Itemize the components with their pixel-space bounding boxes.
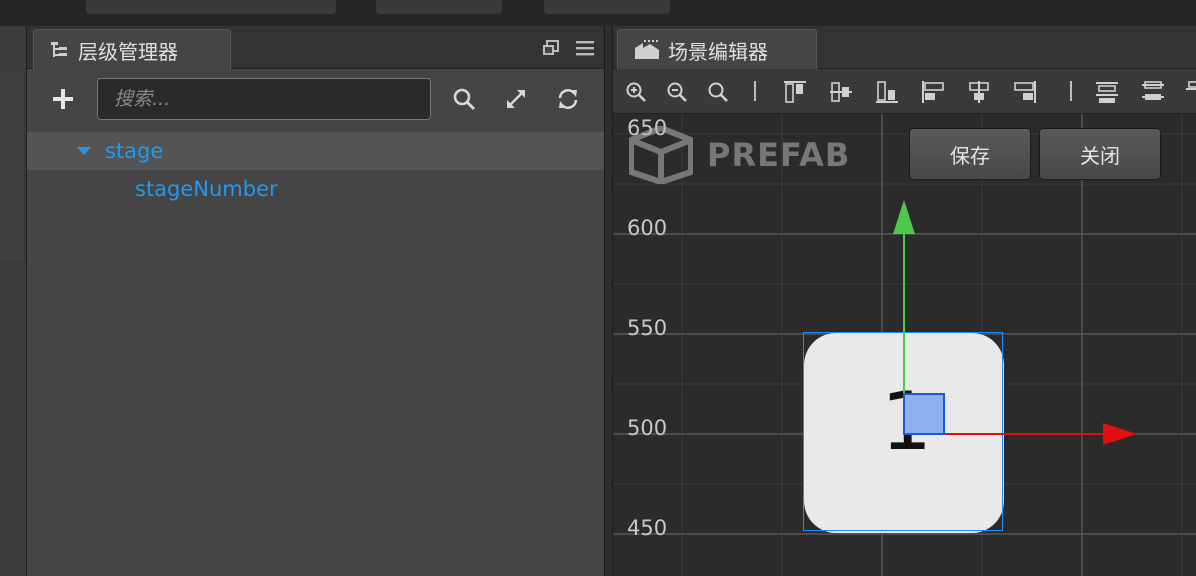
x-axis-arrow-icon — [1103, 423, 1137, 445]
search-icon[interactable] — [451, 86, 477, 112]
popout-icon[interactable] — [541, 38, 561, 58]
left-edge-strip — [0, 72, 25, 262]
align-bottom-icon[interactable] — [875, 80, 899, 104]
top-toolbar-group-2[interactable] — [376, 0, 502, 14]
search-input[interactable] — [98, 79, 430, 119]
tab-scene-editor[interactable]: 场景编辑器 — [617, 29, 817, 70]
align-left-icon[interactable] — [921, 80, 945, 104]
top-toolbar-group-1[interactable] — [86, 0, 336, 14]
tree-node-stagenumber[interactable]: stageNumber — [27, 170, 605, 208]
align-h-center-icon[interactable] — [967, 80, 991, 104]
tree-icon — [48, 39, 70, 61]
hierarchy-tab-label: 层级管理器 — [78, 39, 178, 64]
hierarchy-tab-strip: 层级管理器 — [27, 26, 605, 70]
zoom-reset-icon[interactable] — [706, 80, 730, 104]
transform-gizmo[interactable] — [613, 114, 1196, 576]
toolbar-separator — [754, 81, 756, 101]
hierarchy-panel: 层级管理器 stage — [26, 26, 605, 576]
toolbar-separator — [1070, 81, 1072, 101]
align-top-icon[interactable] — [783, 80, 807, 104]
scene-editor-panel: 场景编辑器 650 600 550 500 450 PREFAB 保存 关闭 — [612, 26, 1196, 576]
tree-node-label: stage — [105, 139, 164, 163]
align-v-center-icon[interactable] — [829, 80, 853, 104]
expand-arrow-icon[interactable] — [77, 147, 91, 155]
zoom-in-icon[interactable] — [624, 80, 648, 104]
refresh-icon[interactable] — [555, 86, 581, 112]
search-field[interactable] — [97, 78, 431, 120]
hierarchy-toolbar — [27, 70, 605, 130]
menu-icon[interactable] — [575, 38, 595, 58]
y-axis-arrow-icon — [893, 200, 915, 234]
distribute-top-icon[interactable] — [1095, 80, 1119, 104]
scene-icon — [634, 39, 660, 61]
distribute-v-center-icon[interactable] — [1141, 80, 1165, 104]
scene-tab-strip: 场景编辑器 — [613, 26, 1196, 70]
distribute-bottom-icon[interactable] — [1185, 80, 1196, 104]
scene-toolbar — [613, 69, 1196, 114]
plus-icon[interactable] — [49, 85, 77, 113]
top-toolbar-group-3[interactable] — [544, 0, 670, 14]
zoom-out-icon[interactable] — [665, 80, 689, 104]
tree-node-label: stageNumber — [135, 177, 278, 201]
xy-move-handle — [903, 393, 945, 435]
left-edge-panel — [0, 26, 26, 576]
align-right-icon[interactable] — [1013, 80, 1037, 104]
tree-node-stage[interactable]: stage — [27, 132, 605, 170]
scene-viewport[interactable]: 650 600 550 500 450 PREFAB 保存 关闭 1 — [613, 114, 1196, 576]
hierarchy-tree: stage stageNumber — [27, 132, 605, 208]
expand-icon[interactable] — [503, 86, 529, 112]
tab-hierarchy[interactable]: 层级管理器 — [33, 29, 231, 70]
scene-tab-label: 场景编辑器 — [668, 39, 768, 64]
top-toolbar-strip — [0, 0, 1196, 26]
